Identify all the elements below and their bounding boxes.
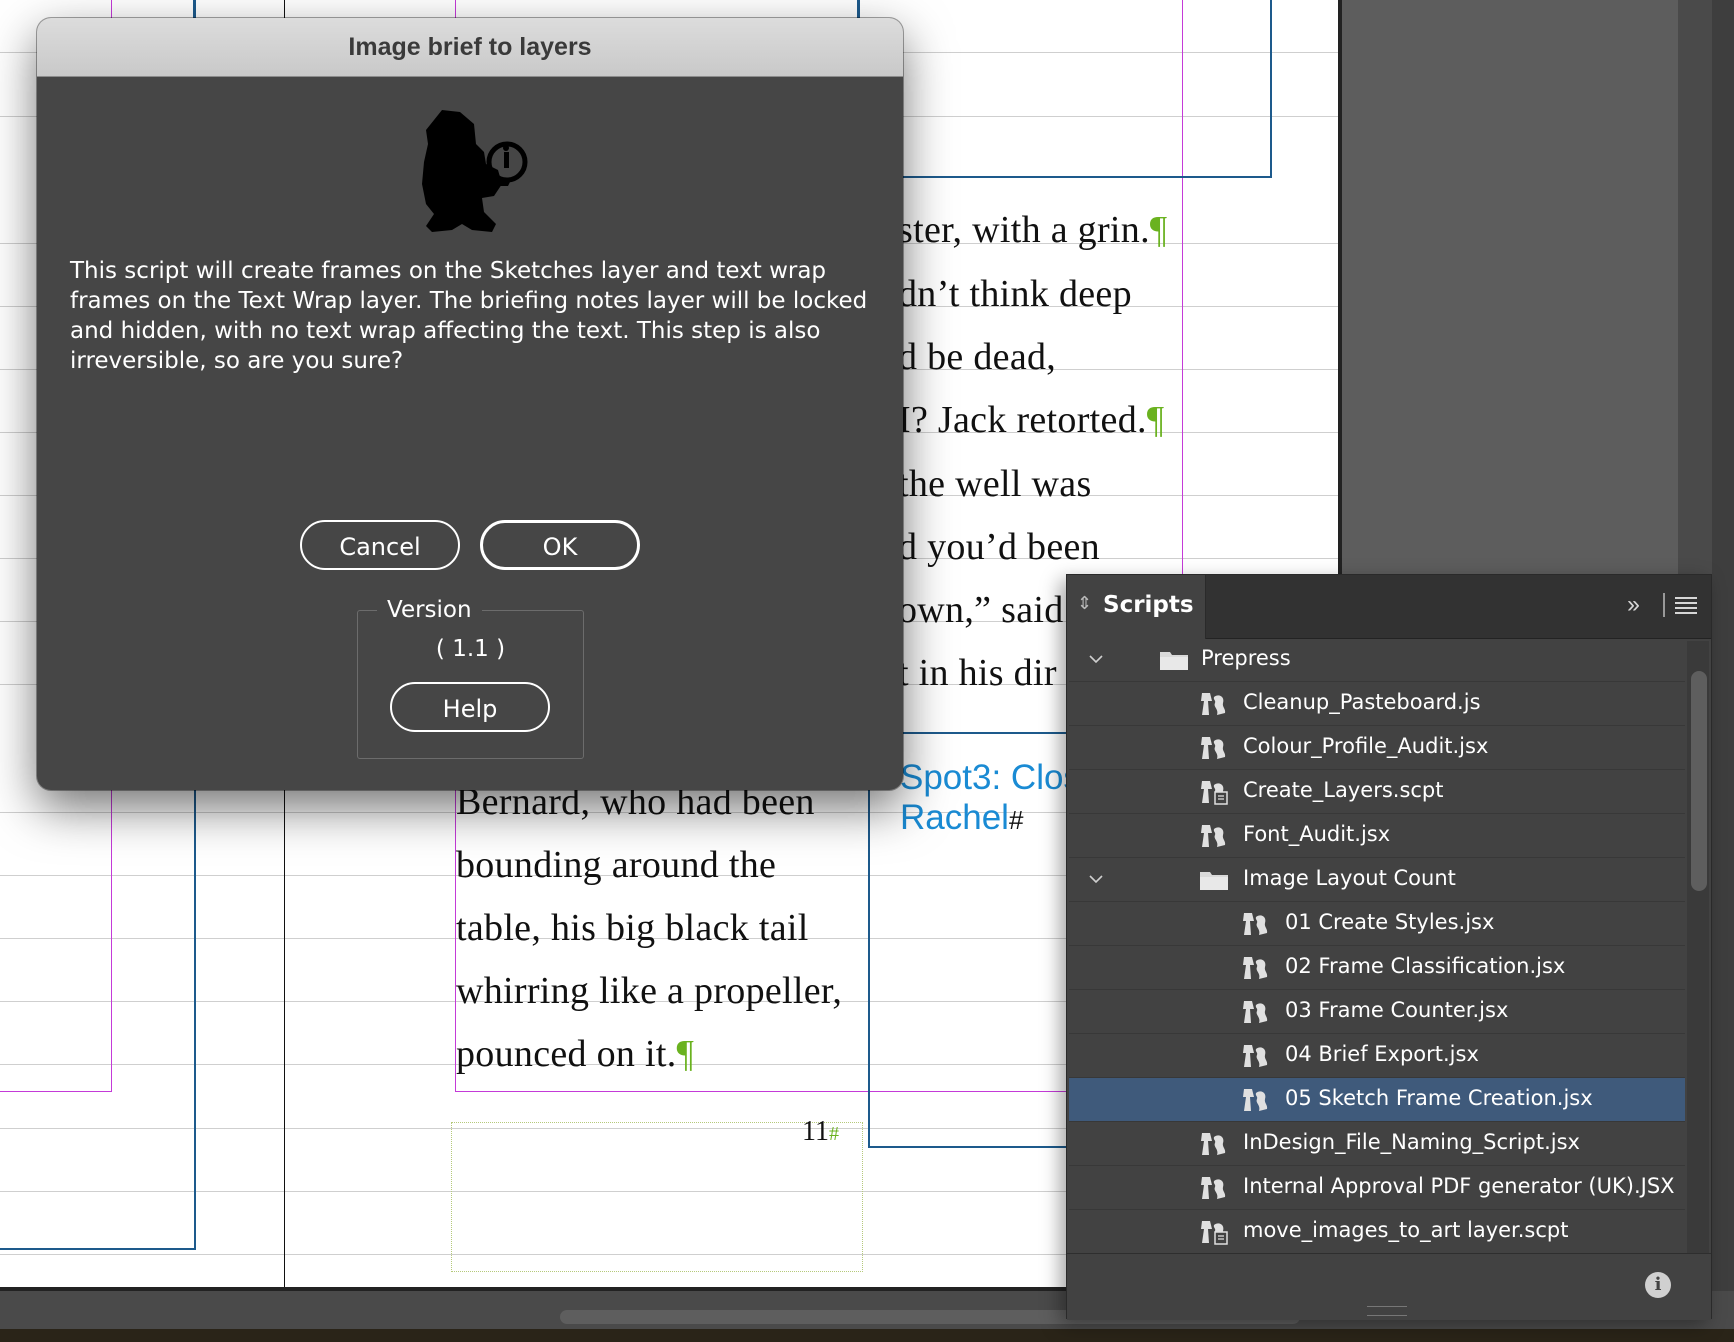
- applescript-icon: [1201, 1221, 1228, 1245]
- bear-holding-lamp-logo: [422, 110, 528, 232]
- panel-title: Scripts: [1103, 592, 1194, 618]
- script-label: 02 Frame Classification.jsx: [1285, 954, 1566, 978]
- script-row[interactable]: move_images_to_art layer.scpt: [1069, 1210, 1685, 1253]
- vertical-scrollbar-track[interactable]: [1712, 0, 1734, 1342]
- script-row[interactable]: 03 Frame Counter.jsx: [1069, 990, 1685, 1034]
- script-label: Colour_Profile_Audit.jsx: [1243, 734, 1489, 758]
- hamburger-menu-icon[interactable]: [1675, 597, 1697, 615]
- image-brief-dialog: Image brief to layers This script will c…: [37, 18, 903, 790]
- body-text-line: the well was: [898, 463, 1092, 505]
- panel-scrollbar-thumb[interactable]: [1691, 671, 1707, 891]
- info-icon[interactable]: i: [1645, 1272, 1671, 1298]
- script-row[interactable]: InDesign_File_Naming_Script.jsx: [1069, 1122, 1685, 1166]
- body-text-line: ster, with a grin.¶: [898, 209, 1168, 251]
- scripts-list[interactable]: Prepress Cleanup_Pasteboard.js Colour_Prof…: [1067, 638, 1685, 1253]
- body-text-line: whirring like a propeller,: [456, 970, 843, 1012]
- folder-row[interactable]: Image Layout Count: [1069, 858, 1685, 902]
- spot-note: Rachel#: [900, 798, 1024, 837]
- body-text-line: d you’d been: [898, 526, 1100, 568]
- script-label: Create_Layers.scpt: [1243, 778, 1444, 802]
- script-label: move_images_to_art layer.scpt: [1243, 1218, 1569, 1242]
- script-icon: [1243, 913, 1268, 935]
- scripts-panel: ⇕ Scripts ›› Prepress Cleanup_Pasteboard.…: [1066, 574, 1712, 1320]
- folder-row[interactable]: Prepress: [1069, 638, 1685, 682]
- help-button[interactable]: Help: [390, 682, 550, 732]
- script-label: Cleanup_Pasteboard.js: [1243, 690, 1481, 714]
- panel-expand-arrows-icon[interactable]: ⇕: [1077, 593, 1092, 614]
- image-frame-top-right[interactable]: [858, 0, 1272, 178]
- script-icon: [1243, 957, 1268, 979]
- script-row[interactable]: 05 Sketch Frame Creation.jsx: [1069, 1078, 1685, 1122]
- page-number: 11#: [802, 1116, 839, 1147]
- script-label: Font_Audit.jsx: [1243, 822, 1391, 846]
- script-icon: [1243, 1001, 1268, 1023]
- script-label: InDesign_File_Naming_Script.jsx: [1243, 1130, 1580, 1154]
- folder-icon: [1200, 872, 1228, 890]
- script-row[interactable]: Font_Audit.jsx: [1069, 814, 1685, 858]
- script-row[interactable]: Internal Approval PDF generator (UK).JSX: [1069, 1166, 1685, 1210]
- script-row[interactable]: 04 Brief Export.jsx: [1069, 1034, 1685, 1078]
- script-row[interactable]: 01 Create Styles.jsx: [1069, 902, 1685, 946]
- script-icon: [1201, 737, 1226, 759]
- script-label: 05 Sketch Frame Creation.jsx: [1285, 1086, 1593, 1110]
- body-text-line: table, his big black tail: [456, 907, 809, 949]
- script-row[interactable]: Cleanup_Pasteboard.js: [1069, 682, 1685, 726]
- script-label: 03 Frame Counter.jsx: [1285, 998, 1509, 1022]
- body-text-line: own,” said: [898, 589, 1064, 631]
- tab-scripts[interactable]: ⇕ Scripts: [1067, 575, 1206, 639]
- panel-header-divider: [1663, 593, 1665, 617]
- resize-grip-icon[interactable]: [1367, 1306, 1407, 1316]
- panel-footer: i: [1067, 1253, 1711, 1320]
- body-text-line: pounced on it.¶: [456, 1033, 695, 1075]
- body-text-line: I? Jack retorted.¶: [898, 399, 1165, 441]
- status-strip: [0, 1329, 1734, 1342]
- script-label: Internal Approval PDF generator (UK).JSX: [1243, 1174, 1675, 1198]
- double-chevron-right-icon[interactable]: ››: [1627, 591, 1640, 619]
- script-icon: [1201, 1177, 1226, 1199]
- script-row[interactable]: 02 Frame Classification.jsx: [1069, 946, 1685, 990]
- version-value: ( 1.1 ): [435, 636, 506, 662]
- folder-label: Prepress: [1201, 646, 1291, 670]
- spot-note: Spot3: Clos: [900, 758, 1081, 797]
- script-icon: [1201, 825, 1226, 847]
- body-text-line: d be dead,: [898, 336, 1057, 378]
- body-text-line: bounding around the: [456, 844, 777, 886]
- chevron-down-icon[interactable]: [1089, 652, 1103, 666]
- script-icon: [1243, 1045, 1268, 1067]
- script-icon: [1201, 693, 1226, 715]
- script-label: 04 Brief Export.jsx: [1285, 1042, 1479, 1066]
- body-text-line: t in his dir: [898, 652, 1057, 694]
- script-row[interactable]: Create_Layers.scpt: [1069, 770, 1685, 814]
- folder-icon: [1160, 652, 1188, 670]
- script-label: 01 Create Styles.jsx: [1285, 910, 1495, 934]
- applescript-icon: [1201, 781, 1228, 805]
- script-row[interactable]: Colour_Profile_Audit.jsx: [1069, 726, 1685, 770]
- dialog-message: This script will create frames on the Sk…: [70, 258, 868, 374]
- body-text-line: dn’t think deep: [898, 273, 1132, 315]
- script-icon: [1243, 1089, 1268, 1111]
- ok-button[interactable]: OK: [480, 520, 640, 570]
- folder-label: Image Layout Count: [1243, 866, 1456, 890]
- dialog-title[interactable]: Image brief to layers: [37, 18, 903, 77]
- cancel-button[interactable]: Cancel: [300, 520, 460, 570]
- script-icon: [1201, 1133, 1226, 1155]
- version-label: Version: [377, 596, 482, 624]
- chevron-down-icon[interactable]: [1089, 872, 1103, 886]
